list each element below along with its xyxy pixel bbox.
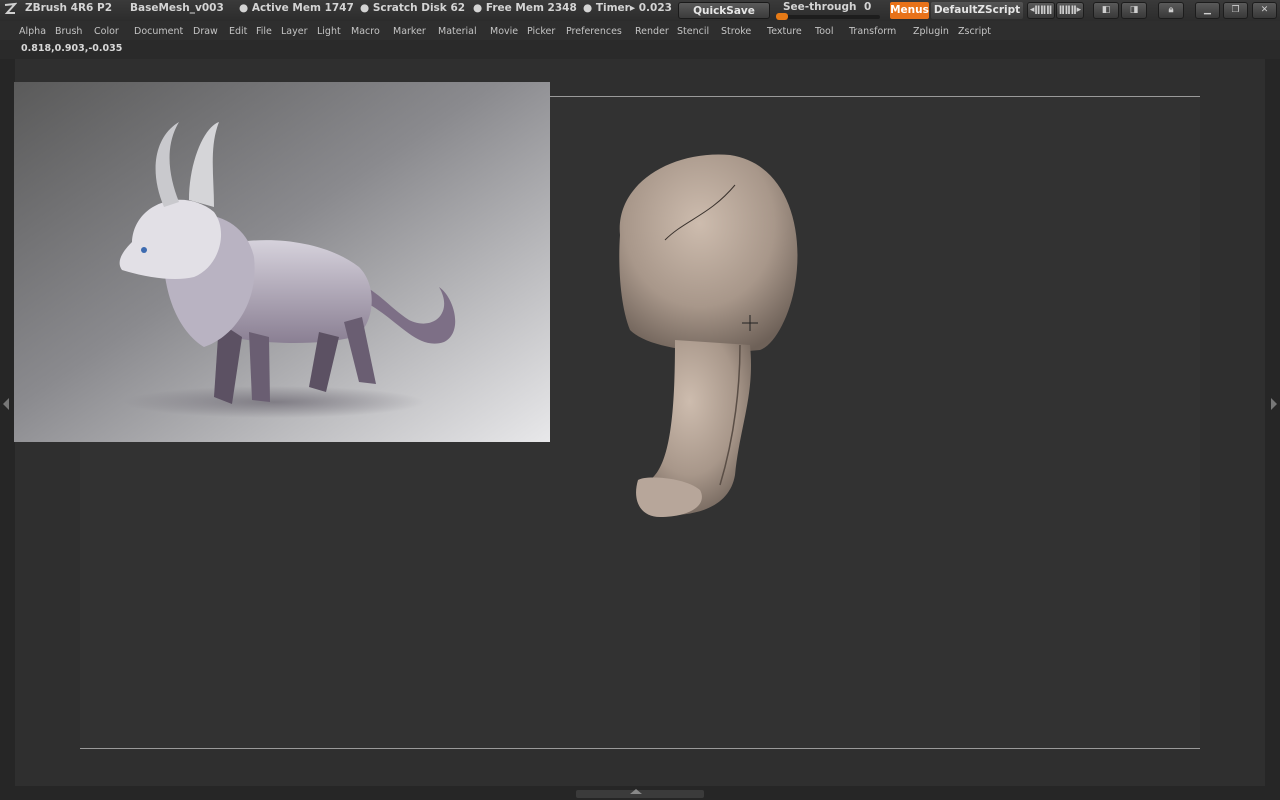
- menu-transform[interactable]: Transform: [849, 26, 896, 37]
- lock-icon[interactable]: 🔒︎: [1158, 2, 1184, 19]
- menu-material[interactable]: Material: [438, 26, 477, 37]
- active-mem: ● Active Mem 1747: [239, 2, 354, 14]
- menu-edit[interactable]: Edit: [229, 26, 247, 37]
- menu-render[interactable]: Render: [635, 26, 669, 37]
- left-shelf[interactable]: [0, 59, 15, 786]
- menu-picker[interactable]: Picker: [527, 26, 555, 37]
- menu-preferences[interactable]: Preferences: [566, 26, 622, 37]
- scroll-left-icon[interactable]: ◂ǁǁǁ: [1027, 2, 1055, 19]
- see-through-knob[interactable]: [776, 13, 788, 20]
- menu-alpha[interactable]: Alpha: [19, 26, 46, 37]
- menu-brush[interactable]: Brush: [55, 26, 82, 37]
- restore-icon[interactable]: ❐: [1223, 2, 1248, 19]
- menu-document[interactable]: Document: [134, 26, 183, 37]
- menu-draw[interactable]: Draw: [193, 26, 218, 37]
- bottom-tray-toggle-icon[interactable]: [630, 789, 642, 794]
- menu-file[interactable]: File: [256, 26, 272, 37]
- see-through-value: 0: [864, 1, 872, 13]
- menu-texture[interactable]: Texture: [767, 26, 802, 37]
- timer: ● Timer▸ 0.023: [583, 2, 672, 14]
- right-shelf[interactable]: [1265, 59, 1280, 786]
- document-border-bottom: [80, 748, 1200, 749]
- default-zscript-button[interactable]: DefaultZScript: [931, 2, 1023, 19]
- menu-tool[interactable]: Tool: [815, 26, 833, 37]
- close-icon[interactable]: ✕: [1252, 2, 1277, 19]
- menus-button[interactable]: Menus: [890, 2, 929, 19]
- zbrush-logo-icon[interactable]: [3, 2, 17, 16]
- menu-zscript[interactable]: Zscript: [958, 26, 991, 37]
- see-through-track[interactable]: [776, 15, 880, 19]
- menu-marker[interactable]: Marker: [393, 26, 426, 37]
- app-name: ZBrush 4R6 P2: [25, 2, 113, 14]
- menu-light[interactable]: Light: [317, 26, 341, 37]
- reference-image: [14, 82, 550, 442]
- menu-color[interactable]: Color: [94, 26, 119, 37]
- quicksave-button[interactable]: QuickSave: [678, 2, 770, 19]
- 3d-model[interactable]: [590, 145, 820, 530]
- scroll-right-icon[interactable]: ǁǁǁ▸: [1056, 2, 1084, 19]
- menu-movie[interactable]: Movie: [490, 26, 518, 37]
- menu-macro[interactable]: Macro: [351, 26, 380, 37]
- scratch-disk: ● Scratch Disk 62: [360, 2, 466, 14]
- free-mem: ● Free Mem 2348: [473, 2, 577, 14]
- menu-stroke[interactable]: Stroke: [721, 26, 751, 37]
- left-shelf-toggle-icon[interactable]: [3, 398, 9, 410]
- menu-bar: Alpha Brush Color Document Draw Edit Fil…: [0, 21, 1280, 41]
- see-through-label: See-through: [783, 1, 857, 13]
- cursor-coordinates: 0.818,0.903,-0.035: [21, 43, 123, 54]
- layout-icon[interactable]: ◨: [1121, 2, 1147, 19]
- title-bar: ZBrush 4R6 P2 BaseMesh_v003 ● Active Mem…: [0, 0, 1280, 21]
- menu-layer[interactable]: Layer: [281, 26, 308, 37]
- document-name: BaseMesh_v003: [130, 2, 224, 14]
- minimize-icon[interactable]: ▁: [1195, 2, 1220, 19]
- menu-stencil[interactable]: Stencil: [677, 26, 709, 37]
- menu-zplugin[interactable]: Zplugin: [913, 26, 949, 37]
- top-shelf: [0, 40, 1280, 59]
- layout-icon[interactable]: ◧: [1093, 2, 1119, 19]
- right-shelf-toggle-icon[interactable]: [1271, 398, 1277, 410]
